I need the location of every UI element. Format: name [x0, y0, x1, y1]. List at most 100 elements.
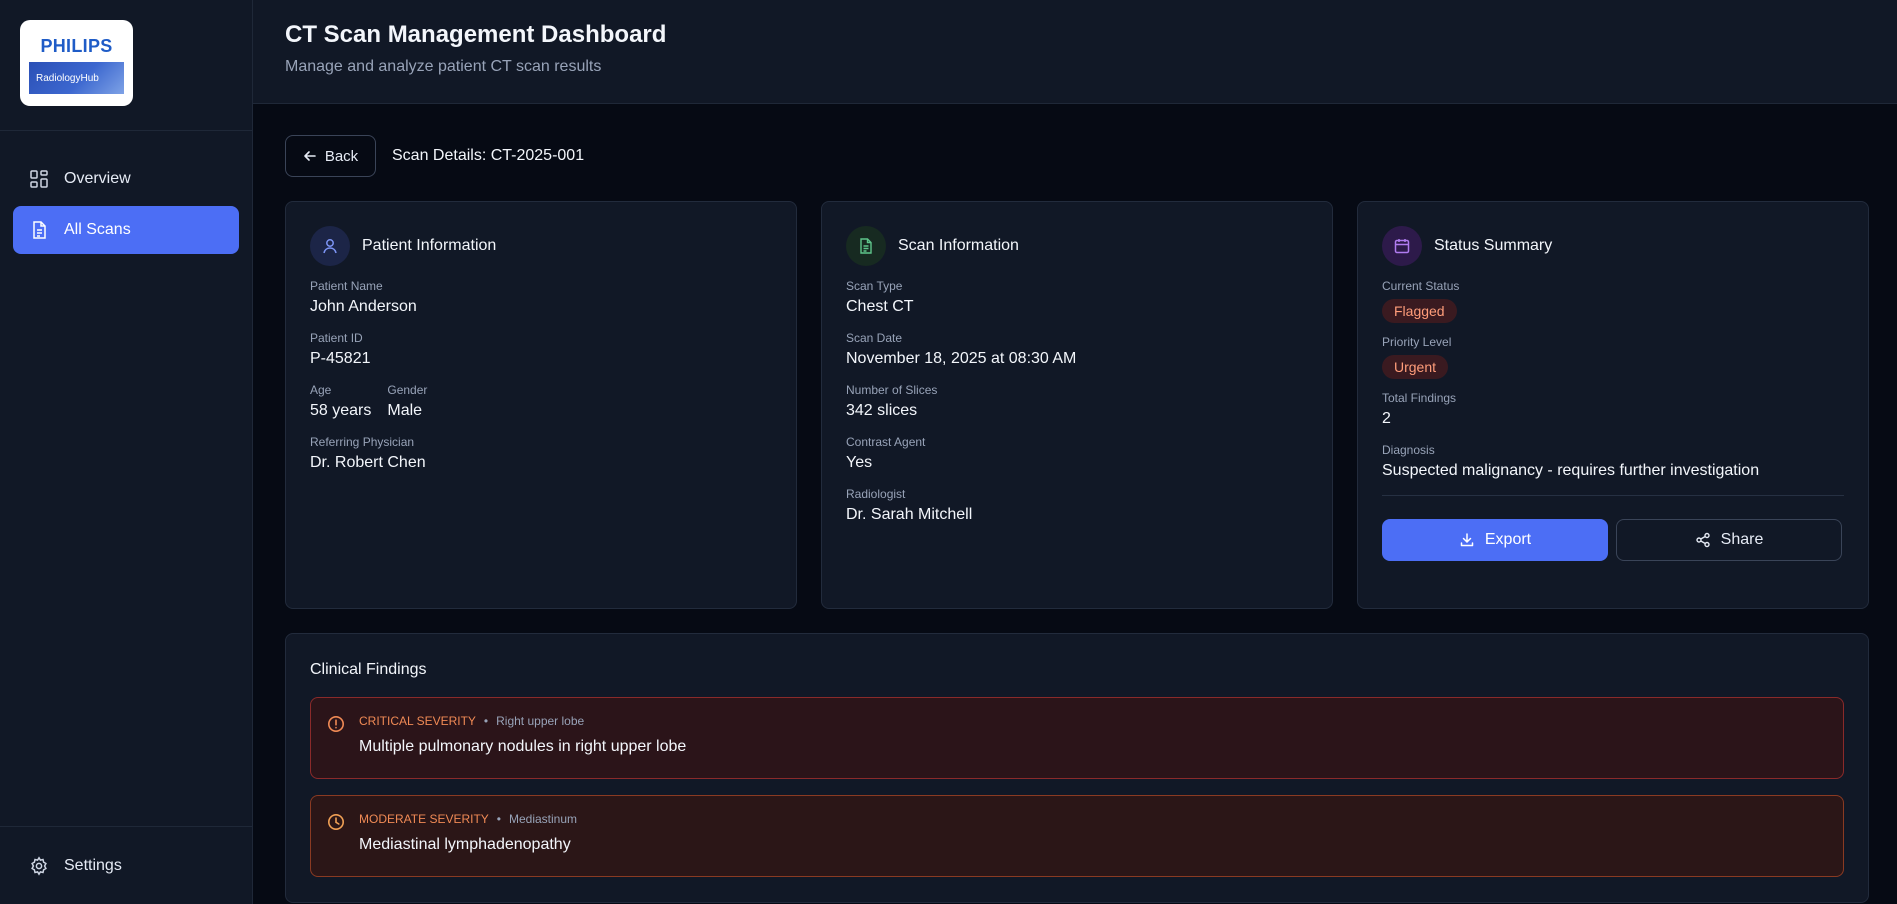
total-findings: 2: [1382, 410, 1391, 427]
detail-header: Back Scan Details: CT-2025-001: [285, 135, 1869, 177]
product-name: RadiologyHub: [29, 62, 124, 94]
document-icon: [29, 220, 49, 240]
scan-details-title: Scan Details: CT-2025-001: [392, 147, 585, 164]
contrast-field: Contrast Agent Yes: [846, 435, 1308, 472]
radiologist-field: Radiologist Dr. Sarah Mitchell: [846, 487, 1308, 524]
export-label: Export: [1484, 531, 1532, 548]
scan-type-field: Scan Type Chest CT: [846, 279, 1308, 316]
field-label: Diagnosis: [1382, 443, 1435, 457]
patient-name: John Anderson: [310, 298, 417, 315]
content: Back Scan Details: CT-2025-001 Patient I…: [253, 104, 1897, 903]
calendar-icon: [1382, 226, 1422, 266]
card-title: Patient Information: [362, 237, 497, 254]
divider: [1382, 495, 1844, 496]
card-header: Status Summary: [1382, 226, 1844, 266]
field-label: Referring Physician: [310, 435, 415, 449]
sidebar-item-label: All Scans: [64, 221, 131, 238]
card-header: Patient Information: [310, 226, 772, 266]
current-status-field: Current Status Flagged: [1382, 279, 1844, 323]
info-cards: Patient Information Patient Name John An…: [285, 201, 1869, 609]
finding-body: CRITICAL SEVERITY • Right upper lobe Mul…: [359, 714, 686, 778]
patient-info-card: Patient Information Patient Name John An…: [285, 201, 797, 609]
field-label: Patient Name: [310, 279, 383, 293]
page-subtitle: Manage and analyze patient CT scan resul…: [285, 58, 602, 75]
field-label: Contrast Agent: [846, 435, 926, 449]
gear-icon: [29, 855, 49, 876]
age-gender-row: Age 58 years Gender Male: [310, 383, 772, 420]
main-area: CT Scan Management Dashboard Manage and …: [253, 0, 1897, 904]
field-label: Scan Date: [846, 331, 903, 345]
user-icon: [310, 226, 350, 266]
patient-gender: Male: [387, 402, 423, 419]
sidebar-footer: Settings: [0, 826, 252, 904]
physician-field: Referring Physician Dr. Robert Chen: [310, 435, 772, 472]
brand-logo[interactable]: PHILIPS RadiologyHub: [20, 20, 133, 106]
back-button[interactable]: Back: [285, 135, 376, 177]
file-text-icon: [846, 226, 886, 266]
field-label: Current Status: [1382, 279, 1460, 293]
field-label: Scan Type: [846, 279, 903, 293]
finding-description: Mediastinal lymphadenopathy: [359, 836, 571, 853]
scan-info-card: Scan Information Scan Type Chest CT Scan…: [821, 201, 1333, 609]
finding-meta: CRITICAL SEVERITY • Right upper lobe: [359, 714, 686, 728]
total-findings-field: Total Findings 2: [1382, 391, 1844, 428]
card-title: Status Summary: [1434, 237, 1553, 254]
patient-id-field: Patient ID P-45821: [310, 331, 772, 368]
patient-id: P-45821: [310, 350, 371, 367]
sidebar-item-label: Settings: [64, 856, 122, 874]
logo-area: PHILIPS RadiologyHub: [0, 0, 252, 131]
download-icon: [1459, 532, 1475, 548]
radiologist: Dr. Sarah Mitchell: [846, 506, 973, 523]
finding-item[interactable]: MODERATE SEVERITY • Mediastinum Mediasti…: [310, 795, 1844, 877]
alert-circle-icon: [327, 715, 345, 733]
finding-body: MODERATE SEVERITY • Mediastinum Mediasti…: [359, 812, 577, 876]
finding-description: Multiple pulmonary nodules in right uppe…: [359, 738, 687, 755]
back-button-label: Back: [324, 147, 359, 165]
finding-meta: MODERATE SEVERITY • Mediastinum: [359, 812, 577, 826]
separator-dot: •: [496, 812, 501, 826]
field-label: Radiologist: [846, 487, 906, 501]
diagnosis: Suspected malignancy - requires further …: [1382, 462, 1760, 479]
page-title: CT Scan Management Dashboard: [285, 21, 667, 48]
field-label: Number of Slices: [846, 383, 938, 397]
share-label: Share: [1720, 531, 1764, 548]
status-summary-card: Status Summary Current Status Flagged Pr…: [1357, 201, 1869, 609]
share-icon: [1695, 532, 1711, 548]
export-button[interactable]: Export: [1382, 519, 1608, 561]
scan-type: Chest CT: [846, 298, 914, 315]
sidebar-item-settings[interactable]: Settings: [13, 842, 239, 890]
slice-count: 342 slices: [846, 402, 918, 419]
sidebar-nav: Overview All Scans: [0, 131, 252, 826]
arrow-left-icon: [303, 149, 317, 163]
clinical-findings-panel: Clinical Findings CRITICAL SEVERITY • Ri…: [285, 633, 1869, 903]
field-label: Priority Level: [1382, 335, 1452, 349]
severity-label: MODERATE SEVERITY: [359, 812, 489, 826]
sidebar-item-overview[interactable]: Overview: [13, 155, 239, 203]
card-header: Scan Information: [846, 226, 1308, 266]
finding-location: Right upper lobe: [496, 714, 585, 728]
scan-date: November 18, 2025 at 08:30 AM: [846, 350, 1077, 367]
sidebar: PHILIPS RadiologyHub Overview All Scans …: [0, 0, 253, 904]
page-header: CT Scan Management Dashboard Manage and …: [253, 0, 1897, 104]
age-field: Age 58 years: [310, 383, 371, 420]
field-label: Age: [310, 383, 332, 397]
priority-badge: Urgent: [1382, 355, 1449, 379]
field-label: Gender: [387, 383, 428, 397]
scan-date-field: Scan Date November 18, 2025 at 08:30 AM: [846, 331, 1308, 368]
share-button[interactable]: Share: [1616, 519, 1842, 561]
finding-item[interactable]: CRITICAL SEVERITY • Right upper lobe Mul…: [310, 697, 1844, 779]
patient-age: 58 years: [310, 402, 372, 419]
slices-field: Number of Slices 342 slices: [846, 383, 1308, 420]
priority-field: Priority Level Urgent: [1382, 335, 1844, 379]
status-badge: Flagged: [1382, 299, 1457, 323]
dashboard-grid-icon: [29, 169, 49, 189]
brand-name: PHILIPS: [40, 36, 113, 56]
severity-label: CRITICAL SEVERITY: [359, 714, 476, 728]
findings-title: Clinical Findings: [310, 661, 427, 678]
contrast-agent: Yes: [846, 454, 873, 471]
finding-location: Mediastinum: [509, 812, 578, 826]
patient-name-field: Patient Name John Anderson: [310, 279, 772, 316]
separator-dot: •: [483, 714, 489, 728]
sidebar-item-all-scans[interactable]: All Scans: [13, 206, 239, 254]
field-label: Total Findings: [1382, 391, 1457, 405]
